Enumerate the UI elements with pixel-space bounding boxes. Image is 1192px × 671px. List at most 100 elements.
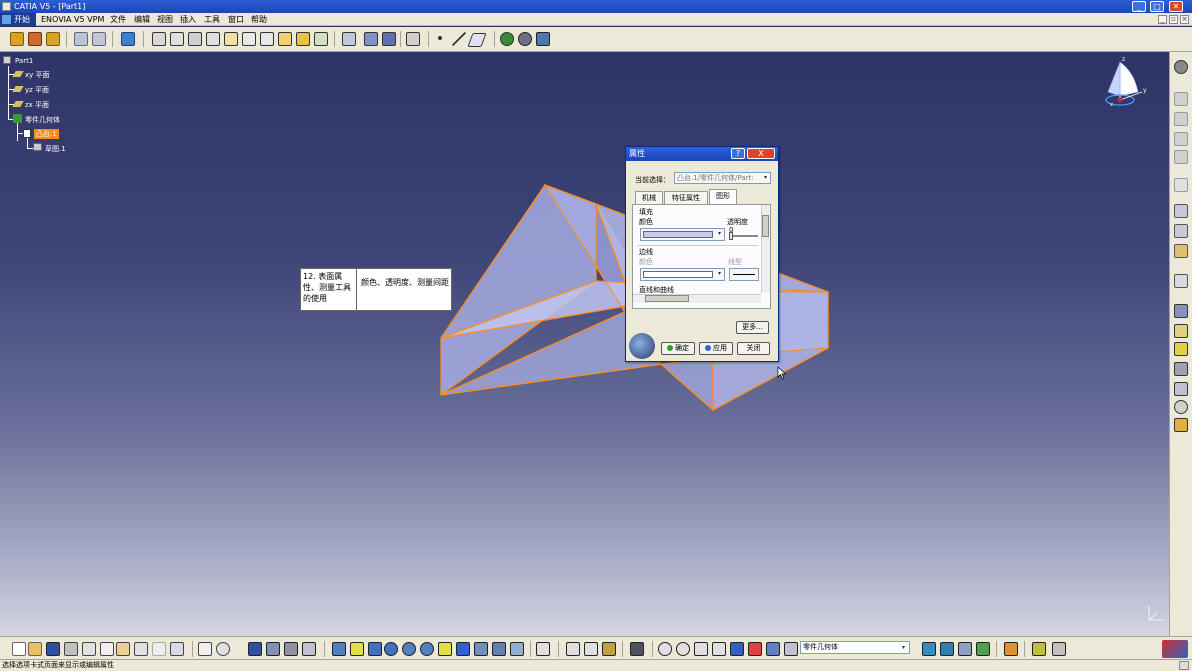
tab-graphic[interactable]: 图形: [709, 189, 737, 205]
dialog-title-bar[interactable]: 属性 ? X: [626, 147, 778, 161]
transparency-slider-handle[interactable]: [729, 232, 733, 240]
scale-icon[interactable]: [1174, 418, 1188, 432]
plane-icon[interactable]: [74, 32, 88, 46]
open-folder-icon[interactable]: [28, 642, 42, 656]
section-icon[interactable]: [1052, 642, 1066, 656]
material-icon[interactable]: [602, 642, 616, 656]
solid-combine-icon[interactable]: [314, 32, 328, 46]
zoom-in-icon[interactable]: [402, 642, 416, 656]
chamfer-icon[interactable]: [1174, 224, 1188, 238]
constraint-icon[interactable]: [566, 642, 580, 656]
menu-view[interactable]: 视图: [157, 13, 173, 26]
close-dialog-button[interactable]: 关闭: [737, 342, 770, 355]
iso-view-icon[interactable]: [456, 642, 470, 656]
paste-icon[interactable]: [116, 642, 130, 656]
pocket-icon[interactable]: [152, 32, 166, 46]
pad-icon[interactable]: [121, 32, 135, 46]
gear-icon[interactable]: [518, 32, 532, 46]
groove-tool-icon[interactable]: [1174, 150, 1188, 164]
menu-file[interactable]: 文件: [110, 13, 126, 26]
slot-icon[interactable]: [242, 32, 256, 46]
line-icon[interactable]: [452, 32, 466, 46]
mdi-restore-button[interactable]: ▫: [1169, 15, 1178, 24]
edge-color-combo[interactable]: ▾: [640, 268, 725, 281]
pad-geometry[interactable]: [0, 52, 1169, 636]
body-icon[interactable]: [784, 642, 798, 656]
hide-show-icon[interactable]: [492, 642, 506, 656]
shading-icon[interactable]: [474, 642, 488, 656]
update-icon[interactable]: [500, 32, 514, 46]
menu-enovia[interactable]: ENOVIA V5 VPM: [41, 13, 104, 26]
cut-icon[interactable]: [82, 642, 96, 656]
table-icon[interactable]: [248, 642, 262, 656]
axis-icon[interactable]: [1174, 400, 1188, 414]
measure-item-icon[interactable]: [302, 642, 316, 656]
no-3d-background-icon[interactable]: [658, 642, 672, 656]
shaft-icon[interactable]: [206, 32, 220, 46]
horizontal-scroll-thumb[interactable]: [645, 295, 689, 302]
pan-icon[interactable]: [368, 642, 382, 656]
undo-icon[interactable]: [134, 642, 148, 656]
draft-icon[interactable]: [1174, 244, 1188, 258]
axis-analysis-icon[interactable]: [694, 642, 708, 656]
menu-window[interactable]: 窗口: [228, 13, 244, 26]
copy-icon[interactable]: [100, 642, 114, 656]
remove-loft-icon[interactable]: [296, 32, 310, 46]
tab-feature-properties[interactable]: 特征属性: [664, 191, 708, 204]
mdi-minimize-button[interactable]: _: [1158, 15, 1167, 24]
exit-workbench-icon[interactable]: [28, 32, 42, 46]
3d-text-icon[interactable]: [958, 642, 972, 656]
dialog-close-x-button[interactable]: X: [747, 148, 775, 159]
apply-button[interactable]: 应用: [699, 342, 733, 355]
pocket-tool-icon[interactable]: [1174, 112, 1188, 126]
tab-mechanical[interactable]: 机械: [635, 191, 663, 204]
save-icon[interactable]: [46, 642, 60, 656]
hole-icon[interactable]: [170, 32, 184, 46]
current-selection-combo[interactable]: 凸台.1/零件几何体/Part: ▾: [674, 172, 771, 184]
menu-help[interactable]: 帮助: [251, 13, 267, 26]
dialog-help-button[interactable]: ?: [731, 148, 745, 159]
capture-icon[interactable]: [630, 642, 644, 656]
rotate-icon[interactable]: [384, 642, 398, 656]
fill-color-combo[interactable]: ▾: [640, 228, 725, 241]
publication-icon[interactable]: [922, 642, 936, 656]
layer-icon[interactable]: [730, 642, 744, 656]
thread-icon[interactable]: [1174, 324, 1188, 338]
menu-start[interactable]: 开始: [0, 13, 36, 26]
split-icon[interactable]: [1174, 362, 1188, 376]
gear-icon[interactable]: [1174, 60, 1188, 74]
knowledge-icon[interactable]: [216, 642, 230, 656]
loft-icon[interactable]: [278, 32, 292, 46]
measure-icon[interactable]: [536, 32, 550, 46]
command-input-icon[interactable]: [1179, 661, 1189, 670]
maximize-button[interactable]: □: [1150, 1, 1164, 12]
point-icon[interactable]: [438, 36, 442, 40]
shaft-tool-icon[interactable]: [1174, 132, 1188, 146]
binary-icon[interactable]: [712, 642, 726, 656]
shell-icon[interactable]: [1174, 274, 1188, 288]
plane-create-icon[interactable]: [467, 33, 487, 47]
annotation-icon[interactable]: [940, 642, 954, 656]
contact-constraint-icon[interactable]: [584, 642, 598, 656]
swap-space-icon[interactable]: [510, 642, 524, 656]
menu-edit[interactable]: 编辑: [134, 13, 150, 26]
boolean-icon[interactable]: [342, 32, 356, 46]
sketcher-icon[interactable]: [10, 32, 24, 46]
thickness-icon[interactable]: [1174, 304, 1188, 318]
graphic-properties-icon[interactable]: [748, 642, 762, 656]
measure-between-icon[interactable]: [284, 642, 298, 656]
snap-icon[interactable]: [406, 32, 420, 46]
stiffener-icon[interactable]: [260, 32, 274, 46]
flag-note-icon[interactable]: [976, 642, 990, 656]
mdi-close-button[interactable]: ×: [1180, 15, 1189, 24]
close-button[interactable]: ✕: [1169, 1, 1183, 12]
new-file-icon[interactable]: [12, 642, 26, 656]
pad-tool-icon[interactable]: [1174, 92, 1188, 106]
zoom-out-icon[interactable]: [420, 642, 434, 656]
analysis-icon[interactable]: [1032, 642, 1046, 656]
print-icon[interactable]: [64, 642, 78, 656]
linetype-combo[interactable]: [729, 268, 759, 281]
minimize-button[interactable]: _: [1132, 1, 1146, 12]
transparency-slider-track[interactable]: [730, 235, 758, 237]
fillet-icon[interactable]: [1174, 204, 1188, 218]
